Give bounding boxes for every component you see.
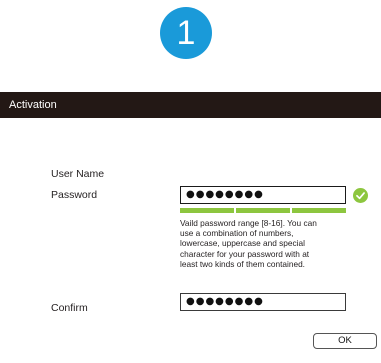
strength-segment	[292, 208, 346, 213]
password-strength-bar	[180, 208, 346, 213]
password-hint-text: Vaild password range [8-16]. You can use…	[180, 218, 317, 269]
password-label: Password	[51, 189, 98, 201]
step-number-badge: 1	[160, 7, 212, 59]
activation-page: 1 Activation User Name Password ●●●●●●●●…	[0, 0, 381, 363]
confirm-password-field[interactable]: ●●●●●●●●	[180, 293, 346, 311]
confirm-label: Confirm	[51, 302, 88, 314]
password-field[interactable]: ●●●●●●●●	[180, 186, 346, 204]
window-title-bar: Activation	[0, 92, 381, 118]
strength-segment	[236, 208, 290, 213]
username-label: User Name	[51, 168, 105, 180]
window-title: Activation	[9, 99, 57, 111]
strength-segment	[180, 208, 234, 213]
ok-button[interactable]: OK	[313, 333, 377, 349]
check-circle-icon	[353, 188, 368, 203]
